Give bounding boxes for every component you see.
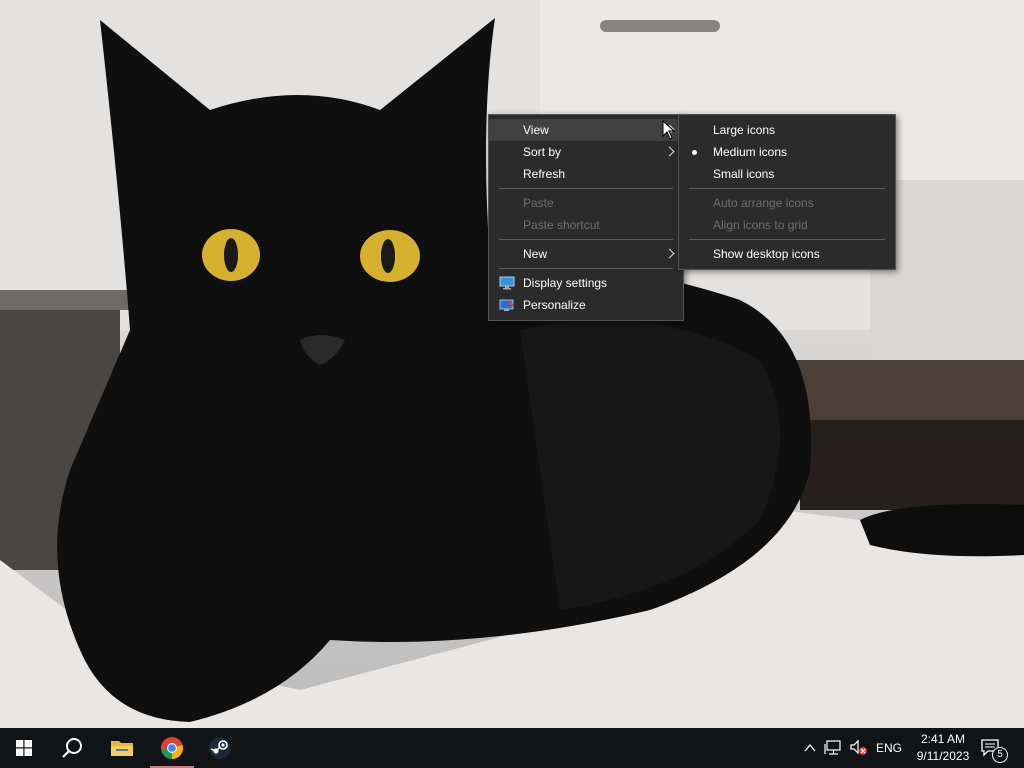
volume-button[interactable] <box>849 739 869 757</box>
start-button[interactable] <box>0 728 48 768</box>
volume-muted-icon <box>850 739 867 755</box>
chevron-up-icon <box>804 743 816 752</box>
menu-item-display-settings[interactable]: Display settings <box>489 272 683 294</box>
menu-item-personalize[interactable]: Personalize <box>489 294 683 316</box>
menu-item-label: Small icons <box>713 167 775 181</box>
menu-item-label: Auto arrange icons <box>713 196 814 210</box>
menu-item-sort-by[interactable]: Sort by <box>489 141 683 163</box>
desktop-wallpaper[interactable] <box>0 0 1024 728</box>
menu-item-label: Sort by <box>523 145 562 159</box>
taskbar: ENG 2:41 AM 9/11/2023 5 <box>0 728 1024 768</box>
display-settings-icon <box>499 276 515 290</box>
chrome-icon <box>161 737 183 759</box>
menu-separator <box>689 239 885 240</box>
menu-item-medium-icons[interactable]: Medium icons <box>679 141 895 163</box>
menu-item-paste: Paste <box>489 192 683 214</box>
steam-icon <box>209 737 231 759</box>
notification-count-badge: 5 <box>992 747 1008 763</box>
menu-item-label: Display settings <box>523 276 608 290</box>
clock-date: 9/11/2023 <box>916 749 970 763</box>
menu-item-label: Show desktop icons <box>713 247 820 261</box>
menu-item-refresh[interactable]: Refresh <box>489 163 683 185</box>
mouse-cursor-icon <box>662 120 676 140</box>
menu-item-new[interactable]: New <box>489 243 683 265</box>
menu-item-show-desktop-icons[interactable]: Show desktop icons <box>679 243 895 265</box>
search-button[interactable] <box>48 728 96 768</box>
menu-item-label: Large icons <box>713 123 776 137</box>
menu-item-label: Align icons to grid <box>713 218 808 232</box>
windows-logo-icon <box>16 740 32 756</box>
menu-item-label: Paste shortcut <box>523 218 600 232</box>
menu-item-label: Personalize <box>523 298 586 312</box>
menu-item-small-icons[interactable]: Small icons <box>679 163 895 185</box>
network-icon <box>824 740 841 755</box>
menu-item-auto-arrange-icons: Auto arrange icons <box>679 192 895 214</box>
file-explorer-button[interactable] <box>98 728 146 768</box>
chrome-button[interactable] <box>148 728 196 768</box>
clock-time: 2:41 AM <box>920 732 966 746</box>
menu-item-view[interactable]: View <box>489 119 683 141</box>
steam-button[interactable] <box>196 728 244 768</box>
menu-separator <box>689 188 885 189</box>
folder-icon <box>111 741 133 756</box>
network-button[interactable] <box>824 739 844 757</box>
cat-photo <box>0 0 1024 728</box>
menu-item-label: Medium icons <box>713 145 788 159</box>
menu-item-label: Refresh <box>523 167 566 181</box>
view-submenu: Large icons Medium icons Small icons Aut… <box>678 114 896 270</box>
search-icon <box>62 738 82 758</box>
menu-item-large-icons[interactable]: Large icons <box>679 119 895 141</box>
menu-item-align-icons-to-grid: Align icons to grid <box>679 214 895 236</box>
menu-item-label: Paste <box>523 196 554 210</box>
menu-item-label: View <box>523 123 549 137</box>
desktop-context-menu: View Sort by Refresh Paste Paste shortcu… <box>488 114 684 321</box>
menu-separator <box>499 239 673 240</box>
menu-separator <box>499 268 673 269</box>
chevron-right-icon <box>665 243 677 265</box>
menu-item-label: New <box>523 247 548 261</box>
menu-separator <box>499 188 673 189</box>
chevron-right-icon <box>665 141 677 163</box>
personalize-icon <box>499 299 514 311</box>
show-hidden-icons-button[interactable] <box>802 740 818 756</box>
clock[interactable]: 2:41 AM 9/11/2023 <box>908 731 978 765</box>
menu-item-paste-shortcut: Paste shortcut <box>489 214 683 236</box>
action-center-button[interactable]: 5 <box>976 734 1010 764</box>
selected-bullet-icon <box>692 150 697 155</box>
language-indicator[interactable]: ENG <box>876 741 902 755</box>
